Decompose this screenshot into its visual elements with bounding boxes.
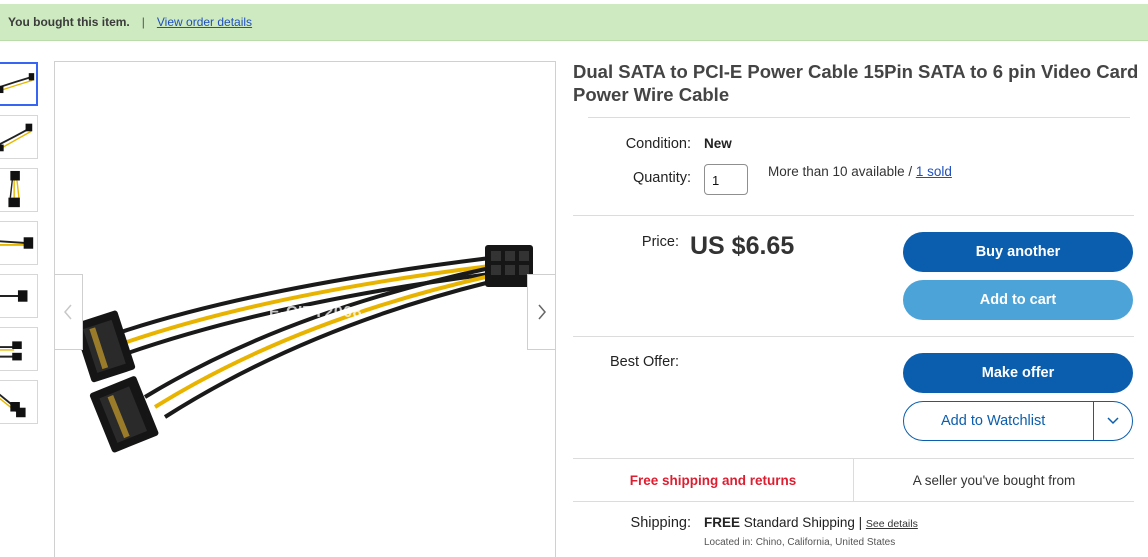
add-to-watchlist-label: Add to Watchlist <box>941 413 1046 429</box>
quantity-input[interactable]: 1 <box>704 164 748 195</box>
quantity-divider <box>573 215 1134 216</box>
chevron-left-icon <box>64 304 72 320</box>
sold-count-link[interactable]: 1 sold <box>916 164 952 179</box>
availability-count: More than 10 available / <box>768 164 916 179</box>
item-location: Located in: Chino, California, United St… <box>704 537 896 548</box>
shipping-value: FREE Standard Shipping | See details <box>704 515 918 530</box>
price-label: Price: <box>641 234 679 250</box>
shipping-method: Standard Shipping | <box>740 515 866 530</box>
price-value: US $6.65 <box>690 232 795 260</box>
shipping-free: FREE <box>704 515 741 530</box>
best-offer-label: Best Offer: <box>609 354 679 370</box>
condition-value: New <box>704 136 732 151</box>
banner-separator: | <box>141 15 145 29</box>
see-details-link[interactable]: See details <box>866 518 918 530</box>
watchlist-dropdown-button[interactable] <box>1093 402 1133 440</box>
make-offer-button[interactable]: Make offer <box>903 353 1133 393</box>
shipping-highlights: Free shipping and returns A seller you'v… <box>573 458 1134 502</box>
view-order-details-link[interactable]: View order details <box>157 15 252 29</box>
add-to-watchlist-button[interactable]: Add to Watchlist <box>903 401 1133 441</box>
thumbnail-4[interactable] <box>0 221 38 265</box>
thumbnail-6[interactable] <box>0 327 38 371</box>
free-shipping-returns: Free shipping and returns <box>573 459 854 501</box>
item-title: Dual SATA to PCI-E Power Cable 15Pin SAT… <box>573 61 1139 105</box>
availability-text: More than 10 available / 1 sold <box>768 164 952 179</box>
thumbnail-5[interactable] <box>0 274 38 318</box>
quantity-label: Quantity: <box>632 170 691 186</box>
price-divider <box>573 336 1134 337</box>
purchase-banner: You bought this item. | View order detai… <box>0 4 1148 41</box>
thumbnail-7[interactable] <box>0 380 38 424</box>
seller-bought-from: A seller you've bought from <box>912 472 1076 488</box>
title-divider <box>588 117 1130 118</box>
condition-label: Condition: <box>625 136 691 152</box>
shipping-label: Shipping: <box>630 515 691 531</box>
thumbnail-1[interactable] <box>0 62 38 106</box>
chevron-down-icon <box>1107 417 1119 425</box>
chevron-right-icon <box>538 304 546 320</box>
bought-text: You bought this item. <box>8 15 130 29</box>
main-product-image[interactable]: E-CITY2008 <box>54 61 556 557</box>
previous-image-button[interactable] <box>55 274 83 350</box>
add-to-cart-button[interactable]: Add to cart <box>903 280 1133 320</box>
buy-another-button[interactable]: Buy another <box>903 232 1133 272</box>
image-watermark: E-CITY2008 <box>269 304 363 321</box>
thumbnail-2[interactable] <box>0 115 38 159</box>
thumbnail-3[interactable] <box>0 168 38 212</box>
next-image-button[interactable] <box>527 274 555 350</box>
